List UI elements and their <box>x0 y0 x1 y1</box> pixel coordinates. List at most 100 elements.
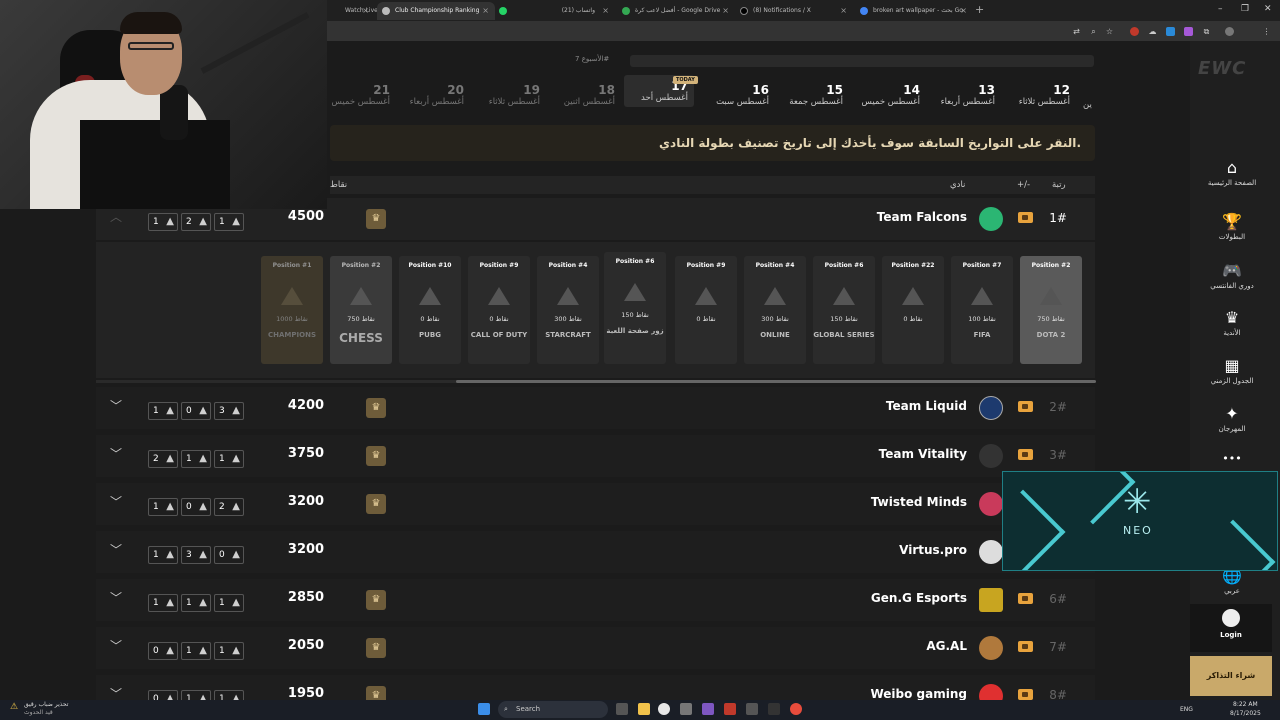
clock-date[interactable]: 8/17/2025 <box>1230 710 1261 717</box>
profile-avatar[interactable] <box>1225 27 1234 36</box>
extension-record-icon[interactable] <box>1130 27 1139 36</box>
game-card-hovered[interactable]: Position #6 150 نقاط زور صفحة اللعبة <box>604 252 666 364</box>
day-15[interactable]: 15 أغسطس جمعة <box>773 83 843 107</box>
close-tab-icon[interactable]: × <box>482 2 489 20</box>
minimize-button[interactable]: – <box>1218 4 1223 14</box>
extension-icon[interactable] <box>1166 27 1175 36</box>
team-name[interactable]: Twisted Minds <box>871 495 967 509</box>
team-name[interactable]: Gen.G Esports <box>871 591 967 605</box>
app-icon[interactable] <box>724 703 736 715</box>
translate-icon[interactable]: ⇄ <box>1072 27 1081 36</box>
puzzle-icon[interactable]: ⧉ <box>1202 27 1211 36</box>
day-16[interactable]: 16 أغسطس سبت <box>699 83 769 107</box>
language-indicator[interactable]: ENG <box>1180 706 1193 713</box>
tab-x-notifications[interactable]: (8) Notifications / X × <box>735 2 853 20</box>
menu-dots-icon[interactable]: ⋮ <box>1262 27 1271 36</box>
nav-tournaments[interactable]: 🏆 البطولات <box>1200 212 1264 241</box>
extension-icon[interactable] <box>1184 27 1193 36</box>
table-row[interactable]: ﹀ 103 4200 ♛ Team Liquid 2# <box>96 387 1095 429</box>
nav-clubs[interactable]: ♛ الأندية <box>1200 308 1264 337</box>
nav-more[interactable]: ••• <box>1200 452 1264 467</box>
game-card[interactable]: Position #6 150 نقاط GLOBAL SERIES <box>813 256 875 364</box>
scrollbar-thumb[interactable] <box>456 380 1096 383</box>
day-14[interactable]: 14 أغسطس خميس <box>850 83 920 107</box>
app-icon[interactable] <box>746 703 758 715</box>
chevron-down-icon[interactable]: ﹀ <box>110 397 122 414</box>
nav-home[interactable]: ⌂ الصفحة الرئيسية <box>1200 158 1264 187</box>
game-card[interactable]: Position #9 0 نقاط <box>675 256 737 364</box>
app-icon[interactable] <box>790 703 802 715</box>
game-card[interactable]: Position #22 0 نقاط <box>882 256 944 364</box>
close-window-button[interactable]: ✕ <box>1264 4 1272 14</box>
team-name[interactable]: Team Liquid <box>886 399 967 413</box>
day-12[interactable]: 12 أغسطس ثلاثاء <box>1000 83 1070 107</box>
team-name[interactable]: Weibo gaming <box>870 687 967 700</box>
file-explorer-icon[interactable] <box>638 703 650 715</box>
team-name[interactable]: AG.AL <box>926 639 967 653</box>
task-view-icon[interactable] <box>616 703 628 715</box>
chevron-down-icon[interactable]: ﹀ <box>110 541 122 558</box>
tab-whatsapp-pinned[interactable] <box>497 2 509 20</box>
close-tab-icon[interactable]: × <box>362 2 369 20</box>
tab-watch-live[interactable]: Watch Live - × <box>327 2 382 20</box>
team-name[interactable]: Virtus.pro <box>899 543 967 557</box>
chevron-down-icon[interactable]: ﹀ <box>110 637 122 654</box>
game-card[interactable]: Position #2 750 نقاط DOTA 2 <box>1020 256 1082 364</box>
clock-time[interactable]: 8:22 AM <box>1233 701 1258 708</box>
nav-festival[interactable]: ✦ المهرجان <box>1200 404 1264 433</box>
table-row[interactable]: ﹀ 011 1950 ♛ Weibo gaming 8# <box>96 675 1095 700</box>
close-tab-icon[interactable]: × <box>722 2 729 20</box>
nav-fantasy[interactable]: 🎮 دوري الفانتسي <box>1200 261 1264 290</box>
chevron-down-icon[interactable]: ﹀ <box>110 445 122 462</box>
game-card[interactable]: Position #9 0 نقاط CALL OF DUTY <box>468 256 530 364</box>
tab-google-search[interactable]: broken art wallpaper - بحث Go × <box>855 2 973 20</box>
chevron-down-icon[interactable]: ﹀ <box>110 493 122 510</box>
horizontal-scrollbar[interactable] <box>96 380 1096 383</box>
login-button[interactable]: Login <box>1190 604 1272 652</box>
game-card[interactable]: Position #1 1000 نقاط CHAMPIONS <box>261 256 323 364</box>
day-21[interactable]: 21 أغسطس خميس <box>320 83 390 107</box>
app-icon[interactable] <box>680 703 692 715</box>
close-tab-icon[interactable]: × <box>960 2 967 20</box>
chrome-icon[interactable] <box>658 703 670 715</box>
close-tab-icon[interactable]: × <box>602 2 609 20</box>
tab-whatsapp[interactable]: (21) واتساب × <box>515 2 615 20</box>
day-18[interactable]: 18 أغسطس اثنين <box>545 83 615 107</box>
chevron-up-icon[interactable]: ︿ <box>110 208 122 225</box>
tab-club-championship[interactable]: Club Championship Ranking × <box>377 2 495 20</box>
chevron-down-icon[interactable]: ﹀ <box>110 685 122 700</box>
day-13[interactable]: 13 أغسطس أربعاء <box>925 83 995 107</box>
table-row[interactable]: ﹀ 130 3200 Virtus.pro 5# <box>96 531 1095 573</box>
table-row[interactable]: ﹀ 111 2850 ♛ Gen.G Esports 6# <box>96 579 1095 621</box>
game-card[interactable]: Position #4 300 نقاط STARCRAFT <box>537 256 599 364</box>
table-row[interactable]: ﹀ 211 3750 ♛ Team Vitality 3# <box>96 435 1095 477</box>
windows-start-icon[interactable] <box>478 703 490 715</box>
day-19[interactable]: 19 أغسطس ثلاثاء <box>470 83 540 107</box>
tab-google-drive[interactable]: أفضل لاعب كرة - Google Drive × <box>617 2 735 20</box>
crown-icon: ♛ <box>366 590 386 610</box>
taskbar-search[interactable]: ⌕ Search <box>498 701 608 718</box>
weather-alert[interactable]: تحذير ضباب رقيق <box>24 701 68 708</box>
zoom-icon[interactable]: ⌕ <box>1089 27 1098 36</box>
nav-schedule[interactable]: ▦ الجدول الزمني <box>1200 356 1264 385</box>
discord-icon[interactable] <box>702 703 714 715</box>
team-name[interactable]: Team Falcons <box>877 210 967 224</box>
bookmark-star-icon[interactable]: ☆ <box>1105 27 1114 36</box>
week-selector[interactable] <box>630 55 1094 67</box>
chevron-down-icon[interactable]: ﹀ <box>110 589 122 606</box>
game-card[interactable]: Position #7 100 نقاط FIFA <box>951 256 1013 364</box>
buy-tickets-button[interactable]: شراء التذاكر <box>1190 656 1272 696</box>
close-tab-icon[interactable]: × <box>840 2 847 20</box>
extension-icon[interactable]: ☁ <box>1148 27 1157 36</box>
game-card[interactable]: Position #10 0 نقاط PUBG <box>399 256 461 364</box>
game-card[interactable]: Position #2 750 نقاط CHESS <box>330 256 392 364</box>
team-name[interactable]: Team Vitality <box>879 447 967 461</box>
day-20[interactable]: 20 أغسطس أربعاء <box>394 83 464 107</box>
ewc-logo[interactable]: EWC <box>1198 58 1246 79</box>
maximize-button[interactable]: ❐ <box>1241 4 1249 14</box>
table-row[interactable]: ﹀ 011 2050 ♛ AG.AL 7# <box>96 627 1095 669</box>
app-icon[interactable] <box>768 703 780 715</box>
game-card[interactable]: Position #4 300 نقاط ONLINE <box>744 256 806 364</box>
new-tab-button[interactable]: + <box>975 3 984 16</box>
table-row[interactable]: ﹀ 102 3200 ♛ Twisted Minds 4# <box>96 483 1095 525</box>
